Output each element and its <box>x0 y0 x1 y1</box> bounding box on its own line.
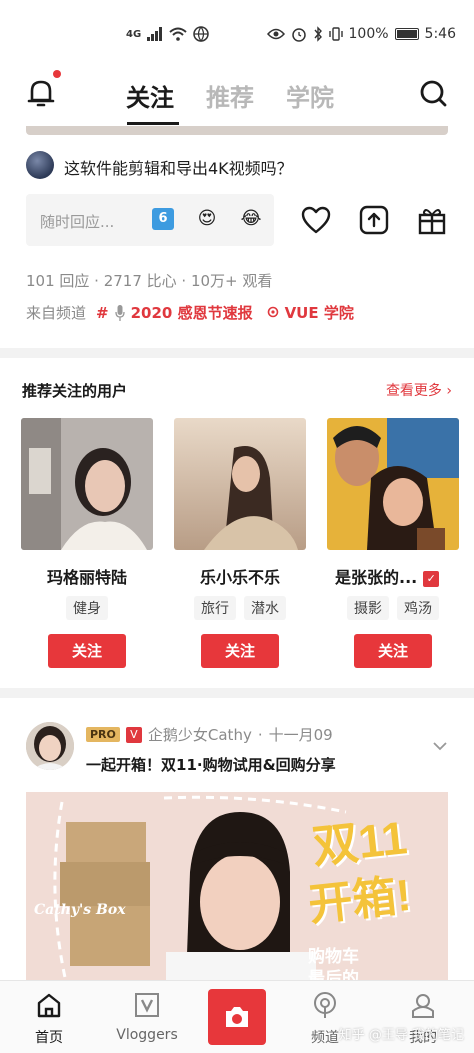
wifi-icon <box>169 27 187 41</box>
channel-row: 来自频道 # 2020 感恩节速报 VUE 学院 <box>26 302 368 323</box>
nav-vloggers-label: Vloggers <box>116 1027 178 1043</box>
camera-button[interactable] <box>208 989 266 1045</box>
follow-button[interactable]: 关注 <box>201 634 279 668</box>
user-tags: 摄影 鸡汤 <box>327 596 459 620</box>
previous-post-image <box>26 126 448 135</box>
user-name[interactable]: 乐小乐不乐 <box>174 564 306 588</box>
channel-name-thanksgiving: 2020 感恩节速报 <box>130 304 253 322</box>
user-tags: 旅行 潜水 <box>174 596 306 620</box>
top-nav: 关注 推荐 学院 <box>0 70 474 126</box>
author-name[interactable]: 企鹅少女Cathy <box>148 724 252 745</box>
see-more-link[interactable]: 查看更多 › <box>386 380 452 400</box>
location-pin-icon <box>267 306 278 317</box>
user-card[interactable]: 是张张的... ✓ 摄影 鸡汤 关注 <box>327 418 459 668</box>
post-title[interactable]: 一起开箱！双11·购物试用&回购分享 <box>86 754 336 775</box>
follow-button[interactable]: 关注 <box>48 634 126 668</box>
battery-percent: 100% <box>348 26 389 42</box>
clock: 5:46 <box>424 26 456 42</box>
globe-icon <box>193 26 209 42</box>
channels-icon <box>314 992 336 1018</box>
post-stats: 101 回应 · 2717 比心 · 10万+ 观看 <box>26 272 273 290</box>
battery-icon <box>394 28 419 40</box>
home-icon <box>37 993 61 1018</box>
nav-home-label: 首页 <box>35 1030 63 1046</box>
network-label: 4G <box>126 28 142 40</box>
meta-separator: · <box>257 725 263 744</box>
chevron-right-icon: › <box>446 383 452 399</box>
channel-label: 来自频道 <box>26 304 87 322</box>
post-meta: PRO V 企鹅少女Cathy · 十一月09 <box>86 724 333 745</box>
section-divider <box>0 688 474 698</box>
user-name-text: 是张张的... <box>335 568 418 587</box>
bell-icon[interactable] <box>24 76 58 110</box>
top-tabs: 关注 推荐 学院 <box>126 78 334 113</box>
user-photo[interactable] <box>21 418 153 550</box>
watermark: 知乎 @王导 我的笔记 <box>338 1028 464 1043</box>
nav-home[interactable]: 首页 <box>4 981 94 1053</box>
vloggers-icon <box>135 993 159 1017</box>
user-card[interactable]: 乐小乐不乐 旅行 潜水 关注 <box>174 418 306 668</box>
channel-tag-vue-academy[interactable]: VUE 学院 <box>267 302 354 323</box>
search-icon[interactable] <box>418 78 448 108</box>
post-cover-image[interactable]: 双11 开箱! 购物车 最后的 Cathy's Box <box>26 792 448 982</box>
emoji-six[interactable]: 6 <box>152 208 174 230</box>
cover-box-label: Cathy's Box <box>34 902 126 918</box>
vibrate-icon <box>328 27 343 41</box>
alarm-icon <box>291 28 306 42</box>
status-left: 4G <box>126 26 209 42</box>
section-divider <box>0 348 474 358</box>
heart-icon[interactable] <box>300 204 332 236</box>
emoji-laughing[interactable]: 😂 <box>240 208 262 230</box>
channel-tag-thanksgiving[interactable]: # 2020 感恩节速报 <box>96 302 253 323</box>
user-tag[interactable]: 鸡汤 <box>397 596 439 620</box>
gift-icon[interactable] <box>416 204 448 236</box>
follow-button[interactable]: 关注 <box>354 634 432 668</box>
user-tags: 健身 <box>21 596 153 620</box>
profile-icon <box>412 994 434 1018</box>
bluetooth-icon <box>313 26 322 42</box>
avatar[interactable] <box>26 722 74 770</box>
pro-badge: PRO <box>86 727 120 742</box>
verified-badge-icon: ✓ <box>423 570 440 587</box>
user-tag[interactable]: 潜水 <box>244 596 286 620</box>
user-name[interactable]: 是张张的... ✓ <box>327 564 459 588</box>
user-tag[interactable]: 摄影 <box>347 596 389 620</box>
user-photo[interactable] <box>174 418 306 550</box>
eye-icon <box>266 28 285 40</box>
post-date: 十一月09 <box>268 726 333 744</box>
tab-recommended[interactable]: 推荐 <box>206 78 254 113</box>
reply-input[interactable]: 随时回应... 6 😍 😂 <box>26 194 274 246</box>
reply-placeholder: 随时回应... <box>40 213 115 231</box>
user-name[interactable]: 玛格丽特陆 <box>21 564 153 588</box>
question-title[interactable]: 这软件能剪辑和导出4K视频吗？ <box>64 155 293 179</box>
emoji-heart-eyes[interactable]: 😍 <box>196 208 218 230</box>
see-more-label: 查看更多 <box>385 383 442 399</box>
recommend-title: 推荐关注的用户 <box>22 382 128 400</box>
user-card[interactable]: 玛格丽特陆 健身 关注 <box>21 418 153 668</box>
verified-badge-icon: V <box>125 726 142 743</box>
user-tag[interactable]: 健身 <box>66 596 108 620</box>
tab-following[interactable]: 关注 <box>126 78 174 113</box>
hash-icon: # <box>96 303 109 322</box>
tab-academy[interactable]: 学院 <box>286 78 334 113</box>
chevron-down-icon[interactable] <box>432 738 448 754</box>
cover-headline-2: 开箱! <box>306 870 414 931</box>
notification-dot <box>53 70 61 78</box>
avatar[interactable] <box>26 151 54 179</box>
status-right: 100% 5:46 <box>266 26 456 42</box>
signal-icon <box>147 27 163 41</box>
user-tag[interactable]: 旅行 <box>194 596 236 620</box>
channel-name-vue-academy: VUE 学院 <box>284 304 354 322</box>
share-icon[interactable] <box>358 204 390 236</box>
camera-icon <box>226 1007 248 1027</box>
user-photo[interactable] <box>327 418 459 550</box>
microphone-icon <box>114 304 125 321</box>
nav-vloggers[interactable]: Vloggers <box>102 981 192 1053</box>
status-bar: 4G 100% 5:46 <box>0 0 474 70</box>
active-tab-indicator <box>127 122 179 125</box>
